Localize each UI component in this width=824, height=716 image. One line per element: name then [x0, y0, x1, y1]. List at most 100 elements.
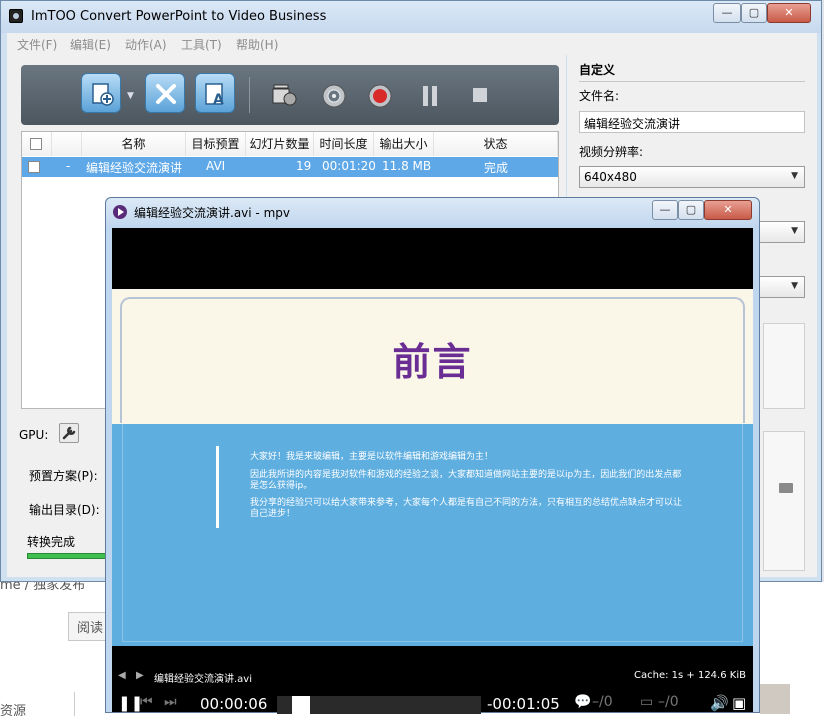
main-title-bar[interactable]: ImTOO Convert PowerPoint to Video Busine… [1, 1, 821, 33]
playlist-next-icon[interactable]: ▶ [136, 670, 144, 681]
fullscreen-icon[interactable]: ▣ [732, 694, 746, 712]
filename-input[interactable]: 编辑经验交流演讲 [579, 111, 805, 133]
menu-help[interactable]: 帮助(H) [236, 36, 278, 53]
time-remaining[interactable]: -00:01:05 [487, 695, 560, 713]
mpv-window: 编辑经验交流演讲.avi - mpv — ▢ ✕ 前言 大家好！我是来玻编辑，主… [105, 197, 760, 714]
header-dash [52, 132, 82, 156]
pause-button[interactable] [417, 83, 443, 109]
slide-body: 大家好！我是来玻编辑，主要是以软件编辑和游戏编辑为主！ 因此我所讲的内容是我对软… [112, 424, 753, 646]
toolbar-separator [249, 77, 250, 113]
mpv-maximize-button[interactable]: ▢ [678, 200, 704, 220]
header-slides[interactable]: 幻灯片数量 [246, 132, 314, 156]
gpu-settings-button[interactable] [59, 423, 79, 443]
stop-icon [473, 88, 487, 102]
slide-paragraph-1: 大家好！我是来玻编辑，主要是以软件编辑和游戏编辑为主！ [250, 452, 494, 462]
row-dash: - [66, 159, 71, 173]
quote-bar [216, 446, 219, 528]
conversion-progress-bar [27, 553, 117, 559]
audio-track[interactable]: –/0 [658, 694, 679, 710]
header-checkbox-cell [22, 132, 52, 156]
folder-icon[interactable] [779, 483, 793, 493]
row-slides: 19 [296, 159, 312, 173]
minimize-button[interactable]: — [713, 3, 741, 23]
background-thumbnail [760, 684, 790, 714]
add-text-button[interactable]: A [195, 73, 235, 113]
stop-button[interactable] [467, 83, 493, 109]
header-preset[interactable]: 目标预置 [186, 132, 246, 156]
output-dir-label: 输出目录(D): [29, 503, 100, 517]
custom-heading: 自定义 [579, 63, 616, 77]
osc-filename: 编辑经验交流演讲.avi [154, 674, 253, 685]
toolbar: ▼ A [21, 65, 559, 125]
add-text-icon: A [205, 83, 224, 108]
mpv-icon [113, 205, 127, 219]
volume-icon[interactable]: 🔊 [710, 694, 729, 712]
subtitle-track[interactable]: –/0 [592, 694, 613, 710]
add-file-icon [92, 83, 114, 106]
skip-back-icon[interactable]: ⏮ [140, 694, 153, 710]
menubar: 文件(F) 编辑(E) 动作(A) 工具(T) 帮助(H) [7, 33, 817, 55]
slide-title: 前言 [392, 340, 473, 384]
menu-edit[interactable]: 编辑(E) [70, 36, 111, 53]
header-size[interactable]: 输出大小 [374, 132, 434, 156]
pause-icon [423, 86, 437, 106]
mpv-close-button[interactable]: ✕ [704, 200, 752, 220]
filename-label: 文件名: [579, 89, 620, 103]
mpv-minimize-button[interactable]: — [652, 200, 678, 220]
remove-button[interactable] [145, 73, 185, 113]
row-status: 完成 [484, 161, 509, 175]
preview-box-2 [763, 431, 805, 571]
remove-icon [156, 84, 176, 104]
mpv-osc: ◀ ▶ 编辑经验交流演讲.avi Cache: 1s + 124.6 KiB ❚… [112, 666, 753, 714]
header-duration[interactable]: 时间长度 [314, 132, 374, 156]
row-preset: AVI [206, 159, 226, 173]
background-divider [74, 692, 75, 716]
menu-file[interactable]: 文件(F) [17, 36, 57, 53]
heading-divider [579, 81, 805, 82]
app-icon [9, 9, 23, 23]
resolution-label: 视频分辨率: [579, 145, 644, 159]
close-button[interactable]: ✕ [767, 3, 811, 23]
menu-tools[interactable]: 工具(T) [181, 36, 222, 53]
header-status[interactable]: 状态 [434, 132, 558, 156]
background-left-text: 资源 [0, 704, 27, 716]
add-file-button[interactable] [81, 73, 121, 113]
select-all-checkbox[interactable] [30, 138, 42, 150]
row-size: 11.8 MB [382, 159, 432, 173]
table-row[interactable]: - 编辑经验交流演讲 AVI 19 00:01:20 11.8 MB 完成 [22, 157, 558, 177]
time-elapsed[interactable]: 00:00:06 [200, 695, 267, 713]
mpv-window-title: 编辑经验交流演讲.avi - mpv [134, 206, 290, 220]
preset-label: 预置方案(P): [29, 469, 98, 483]
wrench-icon [62, 426, 76, 440]
header-name[interactable]: 名称 [82, 132, 186, 156]
row-name: 编辑经验交流演讲 [86, 161, 183, 175]
settings-wheel-button[interactable] [321, 83, 347, 109]
preview-box-1 [763, 323, 805, 409]
conversion-status: 转换完成 [27, 535, 76, 549]
mpv-title-bar[interactable]: 编辑经验交流演讲.avi - mpv — ▢ ✕ [106, 198, 759, 226]
cache-status: Cache: 1s + 124.6 KiB [634, 670, 746, 681]
gpu-label: GPU: [19, 428, 49, 442]
seekbar[interactable] [277, 696, 481, 714]
video-camera-button[interactable] [271, 83, 297, 109]
resolution-select[interactable]: 640x480 [579, 166, 805, 188]
add-file-dropdown-icon[interactable]: ▼ [127, 91, 134, 101]
menu-action[interactable]: 动作(A) [125, 36, 167, 53]
skip-forward-icon[interactable]: ⏭ [164, 694, 177, 710]
video-camera-icon [272, 84, 297, 106]
main-window-title: ImTOO Convert PowerPoint to Video Busine… [31, 9, 327, 24]
settings-wheel-icon [322, 84, 346, 108]
seek-handle[interactable] [292, 696, 310, 714]
subtitle-icon[interactable]: 💬 [574, 694, 591, 710]
row-checkbox[interactable] [28, 161, 40, 173]
audio-track-icon[interactable]: ▭ [640, 694, 653, 710]
video-area[interactable]: 前言 大家好！我是来玻编辑，主要是以软件编辑和游戏编辑为主！ 因此我所讲的内容是… [112, 228, 753, 714]
record-button[interactable] [367, 83, 393, 109]
slide-paragraph-2: 因此我所讲的内容是我对软件和游戏的经验之谈，大家都知道做网站主要的是以ip为主，… [250, 470, 682, 491]
slide-paragraph-3: 我分享的经验只可以给大家带来参考，大家每个人都是有自己不同的方法，只有相互的总结… [250, 498, 683, 519]
record-icon [368, 84, 392, 108]
slide-title-area: 前言 [112, 289, 753, 424]
playlist-prev-icon[interactable]: ◀ [118, 670, 126, 681]
maximize-button[interactable]: ▢ [741, 3, 767, 23]
svg-text:A: A [213, 92, 224, 108]
